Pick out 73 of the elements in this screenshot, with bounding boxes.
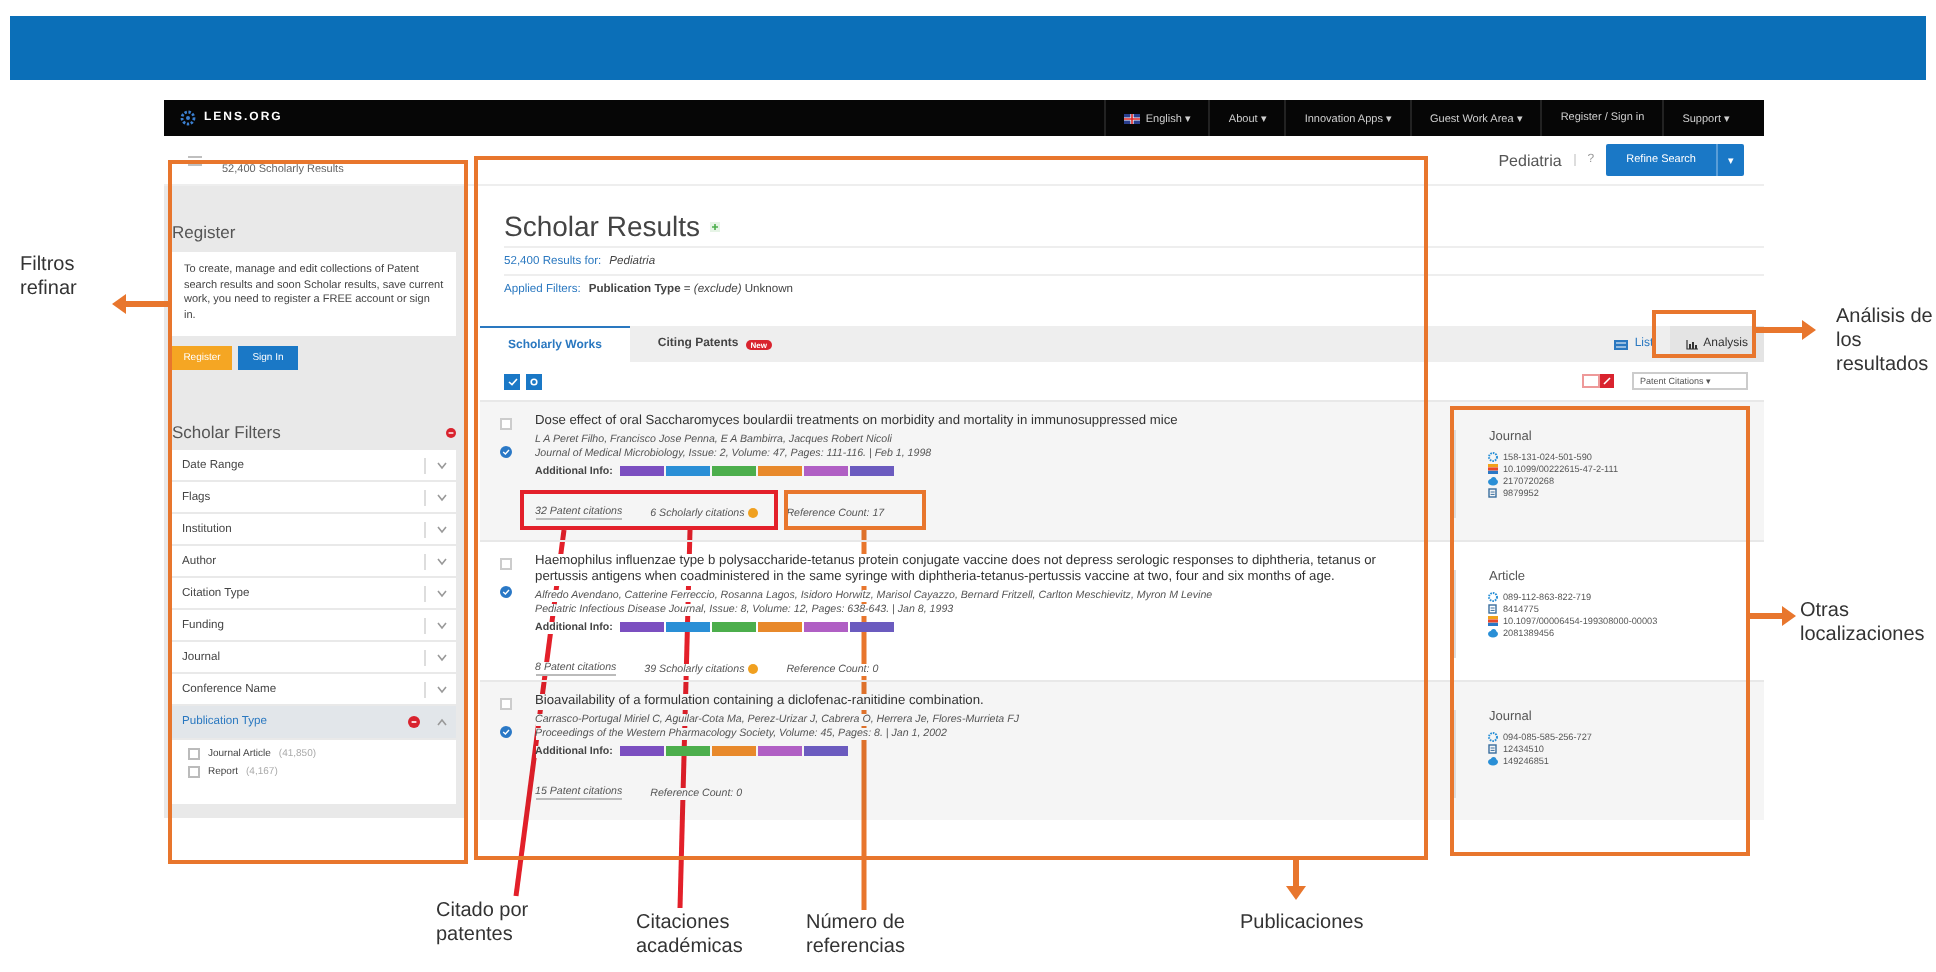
annotation-label: Publicaciones: [1240, 912, 1366, 936]
arrow: [1756, 320, 1816, 340]
arrow: [112, 294, 168, 314]
info-tag[interactable]: [620, 746, 665, 756]
flag-icon: [1123, 113, 1140, 123]
info-tag[interactable]: [804, 466, 849, 476]
info-tag[interactable]: [758, 746, 803, 756]
checkbox[interactable]: [188, 766, 200, 778]
caret-icon: [436, 461, 448, 469]
annotation-label: Otras localizaciones: [1800, 600, 1927, 648]
highlight-frame: [1652, 310, 1756, 358]
info-tag[interactable]: [850, 622, 895, 632]
gear-icon: [1488, 732, 1499, 742]
settings-button[interactable]: [526, 373, 542, 389]
gear-icon: [180, 110, 196, 126]
add-icon: [710, 221, 721, 231]
annotation-label: Citaciones académicas: [636, 912, 745, 960]
document-icon: [1488, 604, 1499, 614]
annotation-label: Análisis de los resultados: [1836, 306, 1935, 378]
clear-filters-icon: [446, 427, 456, 437]
info-tag[interactable]: [620, 466, 665, 476]
gear-icon: [1488, 592, 1499, 602]
caret-icon: [436, 557, 448, 565]
caret-icon: [436, 525, 448, 533]
document-icon: [1488, 488, 1499, 498]
info-tag[interactable]: [666, 622, 711, 632]
info-tag[interactable]: [620, 622, 665, 632]
checkbox[interactable]: [499, 418, 512, 430]
arrow: [1750, 606, 1796, 626]
caret-icon: [436, 653, 448, 661]
annotation-label: Número de referencias: [806, 912, 907, 960]
info-icon: [748, 664, 759, 674]
select-all-button[interactable]: [504, 373, 520, 389]
caret-icon: [436, 621, 448, 629]
info-tag[interactable]: [804, 622, 849, 632]
arrow: [1286, 860, 1306, 900]
info-tag[interactable]: [758, 466, 803, 476]
register-heading: Register: [172, 222, 238, 242]
list-icon: [1614, 339, 1629, 349]
info-tag[interactable]: [666, 746, 711, 756]
stripes-icon: [1488, 464, 1499, 474]
cloud-icon: [1488, 756, 1499, 766]
gear-icon: [1488, 452, 1499, 462]
active-filter-icon: [408, 716, 420, 728]
caret-icon: [436, 718, 448, 726]
info-tag[interactable]: [758, 622, 803, 632]
caret-icon: [436, 685, 448, 693]
info-tag[interactable]: [712, 622, 757, 632]
caret-icon: [436, 493, 448, 501]
info-tag[interactable]: [666, 466, 711, 476]
info-icon: [748, 508, 759, 518]
checkbox[interactable]: [499, 558, 512, 570]
stripes-icon: [1488, 616, 1499, 626]
checkbox[interactable]: [499, 698, 512, 710]
caret-icon: [436, 589, 448, 597]
sort-toggle-icon: [1582, 374, 1614, 388]
info-tag[interactable]: [712, 466, 757, 476]
settings-icon: [530, 377, 538, 385]
bar-chart-icon: [1685, 339, 1698, 349]
search-query: Pediatria: [1498, 151, 1562, 169]
filters-heading: Scholar Filters: [172, 422, 281, 442]
info-tag[interactable]: [850, 466, 895, 476]
check-icon: [507, 377, 517, 385]
checkbox[interactable]: [188, 748, 200, 760]
annotation-label: Citado por patentes: [436, 900, 531, 948]
document-icon: [1488, 744, 1499, 754]
menu-icon: [188, 155, 202, 165]
cloud-icon: [1488, 628, 1499, 638]
page-title: Scholar Results: [504, 210, 701, 242]
annotation-label: Filtros refinar: [20, 254, 79, 302]
info-tag[interactable]: [804, 746, 849, 756]
cloud-icon: [1488, 476, 1499, 486]
info-tag[interactable]: [712, 746, 757, 756]
